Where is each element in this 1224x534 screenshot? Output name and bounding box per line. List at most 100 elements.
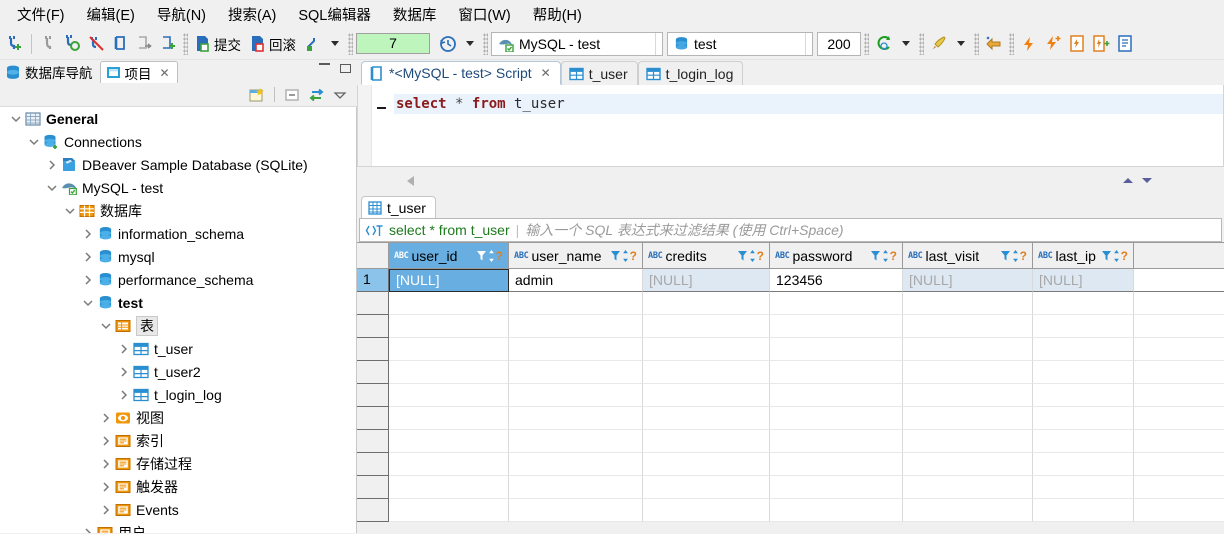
transaction-icon[interactable]: [108, 31, 132, 57]
tab-t-login-log[interactable]: t_login_log: [637, 61, 744, 85]
grid-cell-empty[interactable]: [389, 384, 509, 407]
toolbar-drag-handle-2[interactable]: [348, 32, 353, 55]
grid-cell-empty[interactable]: [1033, 361, 1134, 384]
tree-item-t_login_log[interactable]: t_login_log: [0, 383, 356, 406]
grid-cell-empty[interactable]: [643, 384, 770, 407]
results-grid[interactable]: ABC user_id? ABC user_name? ABC credits? ABC pa…: [357, 242, 1224, 522]
twisty-right-icon[interactable]: [98, 481, 114, 493]
menu-item-window[interactable]: 窗口(W): [447, 1, 521, 28]
grid-cell-empty[interactable]: [509, 338, 643, 361]
tab-t-user[interactable]: t_user: [560, 61, 638, 85]
column-header-user_name[interactable]: ABC user_name?: [509, 243, 643, 269]
table-row[interactable]: 1 [NULL] admin [NULL] 123456 [NULL] [NULL]: [357, 269, 1224, 292]
grid-cell-empty[interactable]: [903, 315, 1033, 338]
tab-sql-script[interactable]: *<MySQL - test> Script ✕: [361, 61, 561, 85]
grid-cell-last_ip[interactable]: [NULL]: [1033, 269, 1134, 292]
filter-query-text[interactable]: select * from t_user: [389, 222, 510, 238]
grid-cell-empty[interactable]: [643, 430, 770, 453]
grid-cell-empty[interactable]: [509, 407, 643, 430]
grid-cell-empty[interactable]: [509, 384, 643, 407]
grid-cell-empty[interactable]: [1033, 430, 1134, 453]
grid-cell-empty[interactable]: [903, 453, 1033, 476]
column-header-last_visit[interactable]: ABC last_visit?: [903, 243, 1033, 269]
twisty-right-icon[interactable]: [80, 274, 96, 286]
grid-cell-empty[interactable]: [903, 430, 1033, 453]
grid-cell-empty[interactable]: [1033, 292, 1134, 315]
grid-cell-empty[interactable]: [643, 338, 770, 361]
grid-cell-empty[interactable]: [770, 430, 903, 453]
grid-corner-cell[interactable]: [357, 243, 389, 269]
tree-item-t_user2[interactable]: t_user2: [0, 360, 356, 383]
twisty-down-icon[interactable]: [44, 182, 60, 194]
twisty-down-icon[interactable]: [62, 205, 78, 217]
grid-cell-empty[interactable]: [389, 315, 509, 338]
tree-item-test[interactable]: test: [0, 291, 356, 314]
toolbar-drag-handle[interactable]: [183, 32, 188, 55]
grid-cell-empty[interactable]: [509, 499, 643, 522]
grid-cell-empty[interactable]: [389, 476, 509, 499]
grid-cell-empty[interactable]: [643, 361, 770, 384]
twisty-down-icon[interactable]: [8, 113, 24, 125]
tree-item-connections[interactable]: Connections: [0, 130, 356, 153]
refresh-connection-icon[interactable]: [60, 31, 84, 57]
menu-item-edit[interactable]: 编辑(E): [76, 1, 146, 28]
column-sort-filter-icons[interactable]: ?: [1101, 249, 1128, 263]
tree-item-general[interactable]: General: [0, 107, 356, 130]
transaction-log-icon[interactable]: [301, 31, 325, 57]
column-sort-filter-icons[interactable]: ?: [610, 249, 637, 263]
column-sort-filter-icons[interactable]: ?: [1000, 249, 1027, 263]
grid-cell-user_name[interactable]: admin: [509, 269, 643, 292]
grid-cell-empty[interactable]: [1033, 384, 1134, 407]
grid-cell-empty[interactable]: [903, 407, 1033, 430]
tree-item-performance_schema[interactable]: performance_schema: [0, 268, 356, 291]
view-menu-icon[interactable]: [329, 85, 351, 105]
results-grid-body[interactable]: 1 [NULL] admin [NULL] 123456 [NULL] [NULL]: [357, 269, 1224, 522]
row-number[interactable]: [357, 315, 389, 338]
row-number[interactable]: [357, 499, 389, 522]
connection-selector[interactable]: MySQL - test: [491, 31, 663, 56]
twisty-right-icon[interactable]: [116, 343, 132, 355]
disconnect-all-icon[interactable]: [84, 31, 108, 57]
tree-item-[interactable]: 视图: [0, 406, 356, 429]
grid-cell-empty[interactable]: [643, 476, 770, 499]
new-transaction-icon[interactable]: [156, 31, 180, 57]
grid-cell-empty[interactable]: [389, 453, 509, 476]
column-header-last_ip[interactable]: ABC last_ip?: [1033, 243, 1134, 269]
column-sort-filter-icons[interactable]: ?: [476, 249, 503, 263]
row-number[interactable]: [357, 476, 389, 499]
grid-cell-empty[interactable]: [1033, 499, 1134, 522]
menu-item-search[interactable]: 搜索(A): [217, 1, 287, 28]
history-dropdown-icon[interactable]: [466, 41, 474, 46]
tree-item-mysql[interactable]: mysql: [0, 245, 356, 268]
tree-item-[interactable]: 存储过程: [0, 452, 356, 475]
tree-item-events[interactable]: Events: [0, 498, 356, 521]
toolbar-drag-handle-6[interactable]: [974, 32, 979, 55]
sync-dropdown-icon[interactable]: [902, 41, 910, 46]
scroll-left-icon[interactable]: [407, 176, 414, 186]
execute-script-new-tab-icon[interactable]: [1089, 31, 1113, 57]
tab-database-navigator[interactable]: 数据库导航: [0, 61, 100, 83]
grid-cell-password[interactable]: 123456: [770, 269, 903, 292]
table-row-empty[interactable]: [357, 499, 1224, 522]
rollback-button[interactable]: 回滚: [246, 32, 301, 56]
column-header-user_id[interactable]: ABC user_id?: [389, 243, 509, 269]
grid-cell-empty[interactable]: [1033, 315, 1134, 338]
new-connection-icon[interactable]: [3, 31, 27, 57]
row-number[interactable]: 1: [357, 269, 389, 292]
grid-cell-empty[interactable]: [770, 338, 903, 361]
grid-cell-empty[interactable]: [903, 292, 1033, 315]
row-number[interactable]: [357, 338, 389, 361]
table-row-empty[interactable]: [357, 338, 1224, 361]
twisty-right-icon[interactable]: [116, 366, 132, 378]
tree-item-[interactable]: 用户: [0, 521, 356, 533]
menu-item-database[interactable]: 数据库: [382, 1, 448, 28]
table-row-empty[interactable]: [357, 292, 1224, 315]
menu-item-navigate[interactable]: 导航(N): [146, 1, 217, 28]
table-row-empty[interactable]: [357, 384, 1224, 407]
tree-item-t_user[interactable]: t_user: [0, 337, 356, 360]
menu-item-file[interactable]: 文件(F): [6, 1, 76, 28]
tree-item-mysqltest[interactable]: MySQL - test: [0, 176, 356, 199]
fetch-size-input[interactable]: 7: [356, 33, 430, 54]
explain-plan-icon[interactable]: [1113, 31, 1137, 57]
database-selector[interactable]: test: [667, 31, 813, 56]
